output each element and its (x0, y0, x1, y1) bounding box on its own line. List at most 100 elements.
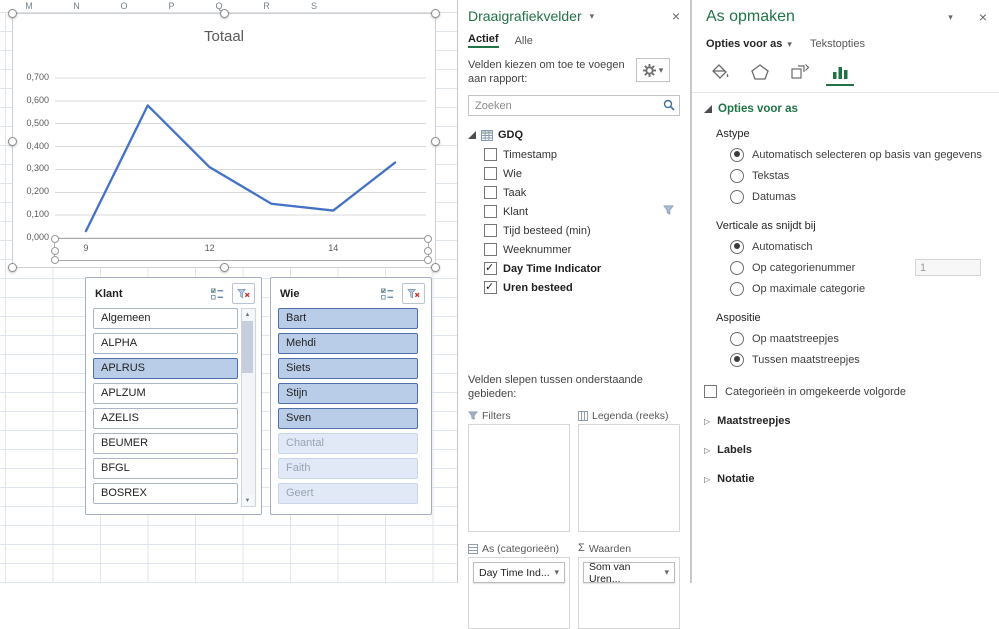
filter-icon[interactable] (663, 205, 674, 219)
clear-filter-button[interactable] (402, 283, 425, 304)
slicer-item[interactable]: Mehdi (278, 333, 418, 354)
scroll-thumb[interactable] (242, 321, 253, 373)
field-label[interactable]: Weeknummer (503, 244, 571, 256)
line-series[interactable] (84, 104, 397, 233)
slicer-item[interactable]: APLZUM (93, 383, 238, 404)
field-item-day-time-indicator[interactable]: Day Time Indicator (468, 259, 680, 278)
effects-icon[interactable] (746, 60, 774, 86)
scroll-down-icon[interactable]: ▼ (242, 495, 253, 506)
size-properties-icon[interactable] (786, 60, 814, 86)
field-label[interactable]: Wie (503, 168, 522, 180)
resize-handle[interactable] (220, 263, 229, 272)
checkbox-icon[interactable] (484, 280, 497, 294)
radio-label[interactable]: Tekstas (752, 170, 789, 182)
section-labels[interactable]: ▷ Labels (704, 444, 985, 456)
search-icon[interactable] (663, 99, 675, 114)
radio-op-maximale-categorie[interactable]: Op maximale categorie (730, 278, 985, 299)
radio-icon[interactable] (730, 281, 744, 296)
radio-automatisch-selecteren[interactable]: Automatisch selecteren op basis van gege… (730, 144, 985, 165)
radio-datumas[interactable]: Datumas (730, 186, 985, 207)
field-item-weeknummer[interactable]: Weeknummer (468, 240, 680, 259)
search-input[interactable] (468, 95, 680, 116)
category-number-input[interactable] (915, 259, 981, 276)
section-notatie[interactable]: ▷ Notatie (704, 473, 985, 485)
values-drop-area[interactable]: Som van Uren... ▾ (578, 557, 680, 629)
selection-handle[interactable] (424, 256, 432, 264)
close-icon[interactable]: × (979, 10, 987, 24)
slicer-item[interactable]: Siets (278, 358, 418, 379)
resize-handle[interactable] (8, 136, 17, 146)
pane-options-icon[interactable]: ▾ (590, 11, 672, 22)
slicer-item[interactable]: BFGL (93, 458, 238, 479)
checkbox-categorieen-omgekeerd[interactable]: Categorieën in omgekeerde volgorde (704, 385, 985, 398)
slicer-item[interactable]: ALPHA (93, 333, 238, 354)
section-maatstreepjes[interactable]: ▷ Maatstreepjes (704, 415, 985, 427)
radio-label[interactable]: Op maatstreepjes (752, 333, 839, 345)
slicer-item[interactable]: AZELIS (93, 408, 238, 429)
resize-handle[interactable] (8, 263, 17, 272)
radio-automatisch[interactable]: Automatisch (730, 236, 985, 257)
field-label[interactable]: Klant (503, 206, 528, 218)
pivot-chart[interactable]: Totaal 0,700 0,600 0,500 0,400 0,300 0,200 0,1… (8, 9, 440, 272)
radio-op-categorienummer[interactable]: Op categorienummer (730, 257, 985, 278)
tab-tekstopties[interactable]: Tekstopties (810, 38, 865, 50)
checkbox-icon[interactable] (484, 224, 497, 237)
resize-handle[interactable] (431, 9, 440, 18)
column-header[interactable]: Q (195, 0, 243, 12)
legend-drop-area[interactable] (578, 424, 680, 532)
expanded-triangle-icon[interactable] (468, 131, 476, 139)
checkbox-icon[interactable] (484, 167, 497, 180)
axis-drop-area[interactable]: Day Time Ind... ▾ (468, 557, 570, 629)
field-chip-day-time-indicator[interactable]: Day Time Ind... ▾ (473, 562, 565, 583)
radio-icon[interactable] (730, 168, 744, 183)
radio-icon[interactable] (730, 260, 744, 275)
slicer-wie[interactable]: Wie Bart Mehdi Siets Stijn Sven Chantal … (270, 277, 432, 515)
field-item-timestamp[interactable]: Timestamp (468, 145, 680, 164)
table-gdq[interactable]: GDQ (468, 125, 680, 145)
tab-alle[interactable]: Alle (515, 35, 533, 47)
radio-label[interactable]: Datumas (752, 191, 796, 203)
radio-icon[interactable] (730, 331, 744, 346)
resize-handle[interactable] (431, 263, 440, 272)
chevron-down-icon[interactable]: ▾ (664, 567, 669, 578)
slicer-item[interactable]: BEUMER (93, 433, 238, 454)
checkbox-icon[interactable] (484, 205, 497, 218)
column-header[interactable]: R (243, 0, 291, 12)
slicer-item[interactable]: Bart (278, 308, 418, 329)
pane-options-icon[interactable]: ▾ (948, 12, 953, 23)
radio-icon[interactable] (730, 189, 744, 204)
resize-handle[interactable] (8, 9, 17, 18)
fill-line-icon[interactable] (706, 60, 734, 86)
column-header[interactable]: S (290, 0, 338, 12)
field-item-taak[interactable]: Taak (468, 183, 680, 202)
radio-label[interactable]: Op maximale categorie (752, 283, 865, 295)
radio-label[interactable]: Op categorienummer (752, 262, 855, 274)
checkbox-icon[interactable] (484, 186, 497, 199)
radio-op-maatstreepjes[interactable]: Op maatstreepjes (730, 328, 985, 349)
field-item-tijd-besteed[interactable]: Tijd besteed (min) (468, 221, 680, 240)
field-label[interactable]: Day Time Indicator (503, 263, 601, 275)
resize-handle[interactable] (220, 9, 229, 18)
slicer-item[interactable]: Stijn (278, 383, 418, 404)
field-label[interactable]: Uren besteed (503, 282, 573, 294)
radio-icon[interactable] (730, 239, 744, 254)
checkbox-icon[interactable] (484, 261, 497, 275)
radio-tussen-maatstreepjes[interactable]: Tussen maatstreepjes (730, 349, 985, 370)
selection-handle[interactable] (51, 256, 59, 264)
x-axis-selection-box[interactable] (51, 235, 432, 264)
slicer-item[interactable]: Geert (278, 483, 418, 504)
axis-options-icon[interactable] (826, 60, 854, 86)
slicer-item[interactable]: APLRUS (93, 358, 238, 379)
column-header[interactable]: N (53, 0, 101, 12)
resize-handle[interactable] (431, 136, 440, 146)
tab-actief[interactable]: Actief (468, 33, 499, 48)
field-label[interactable]: Taak (503, 187, 526, 199)
slicer-item[interactable]: Chantal (278, 433, 418, 454)
radio-label[interactable]: Automatisch selecteren op basis van gege… (752, 149, 982, 161)
selection-handle[interactable] (424, 235, 432, 243)
filters-drop-area[interactable] (468, 424, 570, 532)
checkbox-icon[interactable] (484, 243, 497, 256)
chevron-down-icon[interactable]: ▾ (554, 567, 559, 578)
radio-icon[interactable] (730, 147, 744, 162)
field-item-klant[interactable]: Klant (468, 202, 680, 221)
